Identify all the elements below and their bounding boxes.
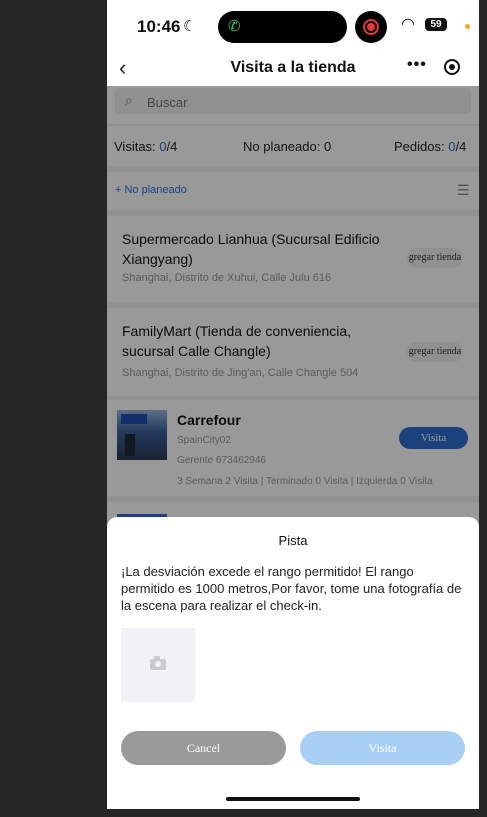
status-time: 10:46 (137, 17, 181, 36)
hint-dialog: Pista ¡La desviación excede el rango per… (107, 517, 479, 809)
privacy-dot (465, 24, 470, 29)
confirm-visit-button[interactable]: Visita (300, 731, 465, 765)
battery-indicator: 59 (425, 18, 447, 31)
phone-screen: 10:46 ☾ ✆ ◠ 59 ‹ Visita a la tienda ••• … (107, 0, 479, 809)
close-miniapp-icon[interactable] (444, 59, 460, 75)
more-icon[interactable]: ••• (407, 56, 427, 74)
home-indicator (226, 797, 360, 801)
nav-bar: ‹ Visita a la tienda ••• (107, 52, 479, 86)
take-photo-button[interactable] (121, 628, 195, 702)
camera-icon (150, 656, 166, 670)
miniapp-capsule: ••• (397, 54, 467, 80)
cancel-button[interactable]: Cancel (121, 731, 286, 765)
phone-call-icon: ✆ (228, 18, 241, 35)
dialog-message: ¡La desviación excede el rango permitido… (121, 564, 462, 613)
wifi-icon: ◠ (401, 16, 415, 33)
status-bar: 10:46 ☾ ✆ ◠ 59 (107, 0, 479, 52)
dialog-title: Pista (278, 533, 308, 548)
dynamic-island: ✆ (218, 11, 347, 43)
screen-record-icon (355, 11, 387, 43)
moon-icon: ☾ (183, 18, 197, 35)
